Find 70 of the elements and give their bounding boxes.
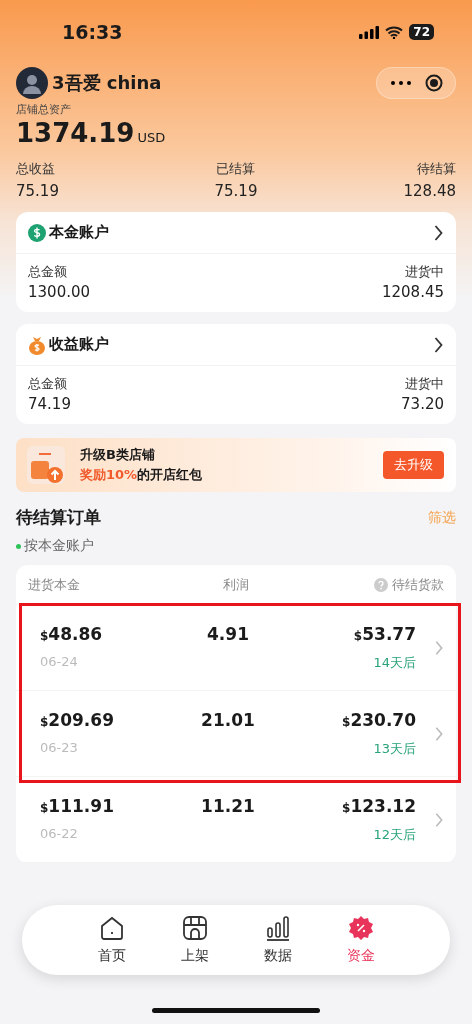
account-title: 收益账户	[49, 335, 109, 354]
cost-amount: $111.91	[40, 795, 114, 816]
profit-amount: 4.91	[207, 623, 249, 644]
currency-label: USD	[137, 130, 166, 145]
stat-value: 75.19	[16, 182, 59, 200]
mini-program-capsule[interactable]	[376, 67, 456, 99]
payout-amount: $53.77	[353, 623, 416, 644]
settlement-due: 12天后	[373, 825, 416, 844]
chevron-right-icon	[434, 811, 444, 828]
clock-time: 16:33	[62, 21, 123, 43]
account-title: 本金账户	[49, 223, 109, 242]
order-date: 06-24	[40, 653, 79, 671]
home-icon	[98, 915, 125, 941]
chevron-right-icon	[434, 639, 444, 656]
cost-amount: $48.86	[40, 623, 103, 644]
column-header: 利润	[223, 575, 249, 594]
banner-subtitle: 奖励10%的开店红包	[80, 466, 204, 484]
profit-amount: 11.21	[201, 795, 255, 816]
storefront-icon	[181, 915, 208, 941]
signal-icon	[359, 25, 380, 39]
payout-amount: $123.12	[342, 795, 416, 816]
settlement-due: 13天后	[373, 739, 416, 758]
money-bag-icon	[28, 334, 46, 355]
total-label: 总金额	[28, 375, 67, 393]
purchasing-label: 进货中	[405, 375, 444, 393]
column-header: 待结货款	[392, 575, 444, 594]
payout-amount: $230.70	[342, 709, 416, 730]
total-value: 74.19	[28, 395, 71, 413]
nav-tab[interactable]: 上架	[180, 915, 209, 965]
nav-tab[interactable]: 首页	[97, 915, 126, 965]
bar-chart-icon	[264, 915, 291, 941]
more-icon	[391, 81, 411, 85]
stat-label: 总收益	[16, 160, 55, 178]
total-label: 总金额	[28, 263, 67, 281]
shop-upgrade-icon	[26, 445, 66, 485]
purchasing-value: 1208.45	[381, 283, 444, 301]
account-card[interactable]: 本金账户 总金额 1300.00 进货中 1208.45	[16, 212, 456, 312]
chevron-right-icon	[434, 725, 444, 742]
cost-amount: $209.69	[40, 709, 114, 730]
close-target-icon	[425, 74, 443, 92]
nav-tab[interactable]: 资金	[346, 915, 375, 965]
order-date: 06-22	[40, 825, 79, 843]
badge-percent-icon	[347, 915, 374, 941]
account-filter: 按本金账户	[24, 537, 94, 555]
shop-name: 3吾爱 china	[52, 71, 162, 95]
stat-value: 128.48	[403, 182, 456, 200]
wifi-icon	[385, 25, 404, 39]
purchasing-value: 73.20	[401, 395, 444, 413]
section-title: 待结算订单	[16, 506, 101, 529]
order-date: 06-23	[40, 739, 79, 757]
chevron-right-icon	[433, 223, 444, 242]
chevron-right-icon	[433, 335, 444, 354]
stat-label: 待结算	[417, 160, 456, 178]
stat-value: 75.19	[214, 182, 258, 200]
help-icon	[374, 577, 388, 592]
battery-level: 72	[409, 24, 434, 40]
profit-amount: 21.01	[201, 709, 255, 730]
account-card[interactable]: 收益账户 总金额 74.19 进货中 73.20	[16, 324, 456, 424]
balance-amount: 1374.19	[16, 118, 135, 148]
settlement-due: 14天后	[373, 653, 416, 672]
banner-title: 升级B类店铺	[80, 446, 156, 464]
status-dot	[16, 543, 21, 549]
purchasing-label: 进货中	[405, 263, 444, 281]
stat-label: 已结算	[216, 160, 256, 178]
balance-label: 店铺总资产	[16, 104, 72, 116]
nav-tab[interactable]: 数据	[263, 915, 292, 965]
avatar	[16, 67, 48, 99]
column-header: 进货本金	[28, 575, 80, 594]
coin-icon	[28, 223, 46, 242]
total-value: 1300.00	[28, 283, 91, 301]
